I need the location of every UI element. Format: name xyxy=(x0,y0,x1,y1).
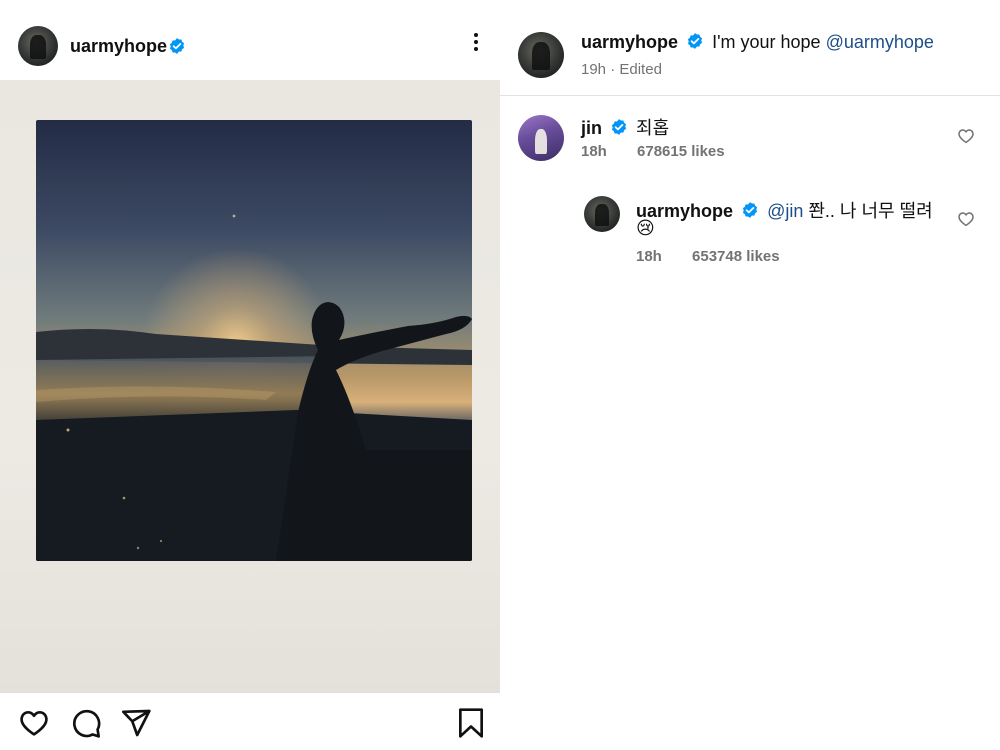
verified-badge-icon xyxy=(742,202,758,218)
more-vertical-icon[interactable] xyxy=(466,30,486,60)
reply-text: 쫜.. 나 너무 떨려 xyxy=(808,201,933,221)
caption-author-avatar[interactable] xyxy=(518,32,564,78)
comment-heart-icon[interactable] xyxy=(957,127,975,145)
comment-time: 18h xyxy=(581,143,607,160)
comment-author[interactable]: jin xyxy=(581,118,602,138)
reply-meta: 18h 653748 likes xyxy=(636,248,780,265)
comments-panel: uarmyhope I'm your hope @uarmyhope 19h ·… xyxy=(500,0,1000,750)
reply-author-avatar[interactable] xyxy=(584,196,620,232)
reply-heart-icon[interactable] xyxy=(957,210,975,228)
comment-icon[interactable] xyxy=(70,707,102,739)
caption-time: 19h xyxy=(581,61,607,78)
reply-mention[interactable]: @jin xyxy=(767,201,803,221)
post-panel: uarmyhope xyxy=(0,0,500,750)
comment-text: 죄홉 xyxy=(636,118,670,138)
comment-likes[interactable]: 678615 likes xyxy=(637,143,725,160)
heart-icon[interactable] xyxy=(18,707,50,739)
caption-edited: Edited xyxy=(619,61,662,78)
sunset-silhouette-photo xyxy=(36,120,472,561)
author-avatar[interactable] xyxy=(18,26,58,66)
share-icon[interactable] xyxy=(120,707,152,739)
caption-row: uarmyhope I'm your hope @uarmyhope 19h ·… xyxy=(500,0,1000,96)
comment-line: jin 죄홉 xyxy=(581,114,669,140)
verified-badge-icon xyxy=(611,119,627,135)
post-image xyxy=(0,80,500,693)
caption-author[interactable]: uarmyhope xyxy=(581,32,678,52)
crying-emoji: 😢 xyxy=(636,218,655,238)
post-action-bar xyxy=(0,693,500,750)
reply-likes[interactable]: 653748 likes xyxy=(692,248,780,265)
caption-line: uarmyhope I'm your hope @uarmyhope xyxy=(581,32,934,53)
verified-badge-icon xyxy=(169,38,185,54)
comment-meta: 18h 678615 likes xyxy=(581,143,725,160)
caption-mention[interactable]: @uarmyhope xyxy=(826,32,934,52)
commenter-avatar[interactable] xyxy=(518,115,564,161)
reply-line: uarmyhope @jin 쫜.. 나 너무 떨려 xyxy=(636,197,933,223)
verified-badge-icon xyxy=(687,33,703,49)
caption-meta: 19h · Edited xyxy=(581,61,662,78)
caption-text: I'm your hope xyxy=(712,32,821,52)
post-header: uarmyhope xyxy=(0,0,500,80)
author-username[interactable]: uarmyhope xyxy=(70,36,167,57)
bookmark-icon[interactable] xyxy=(455,707,487,739)
reply-time: 18h xyxy=(636,248,662,265)
